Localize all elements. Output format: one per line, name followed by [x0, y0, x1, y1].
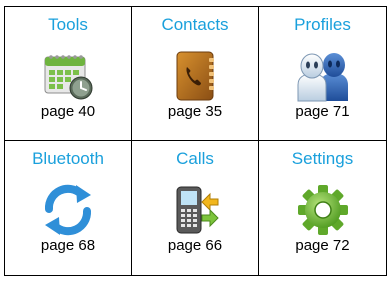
menu-item-page: page 68 [40, 237, 96, 254]
menu-item-bluetooth[interactable]: Bluetooth page 68 [5, 141, 132, 275]
calendar-clock-icon [41, 49, 95, 103]
menu-item-tools[interactable]: Tools page 40 [5, 7, 132, 141]
menu-item-title: Tools [48, 15, 88, 34]
menu-item-page: page 40 [40, 103, 96, 120]
gear-icon [296, 183, 350, 237]
phone-arrows-icon [168, 183, 222, 237]
menu-item-profiles[interactable]: Profiles page 71 [259, 7, 386, 141]
menu-item-calls[interactable]: Calls page 66 [132, 141, 259, 275]
phonebook-icon [168, 49, 222, 103]
sync-arrows-icon [41, 183, 95, 237]
menu-item-title: Calls [176, 149, 214, 168]
menu-item-page: page 35 [167, 103, 223, 120]
menu-item-page: page 72 [295, 237, 350, 254]
menu-item-title: Bluetooth [32, 149, 104, 168]
menu-item-title: Settings [291, 149, 354, 168]
people-icon [296, 49, 350, 103]
menu-item-page: page 71 [295, 103, 350, 120]
menu-item-page: page 66 [167, 237, 223, 254]
menu-item-settings[interactable]: Settings page 72 [259, 141, 386, 275]
menu-item-contacts[interactable]: Contacts page 35 [132, 7, 259, 141]
menu-item-title: Contacts [161, 15, 229, 34]
menu-item-title: Profiles [294, 15, 351, 34]
menu-grid: Tools page 40 Contacts page 35 Profiles … [4, 6, 387, 276]
